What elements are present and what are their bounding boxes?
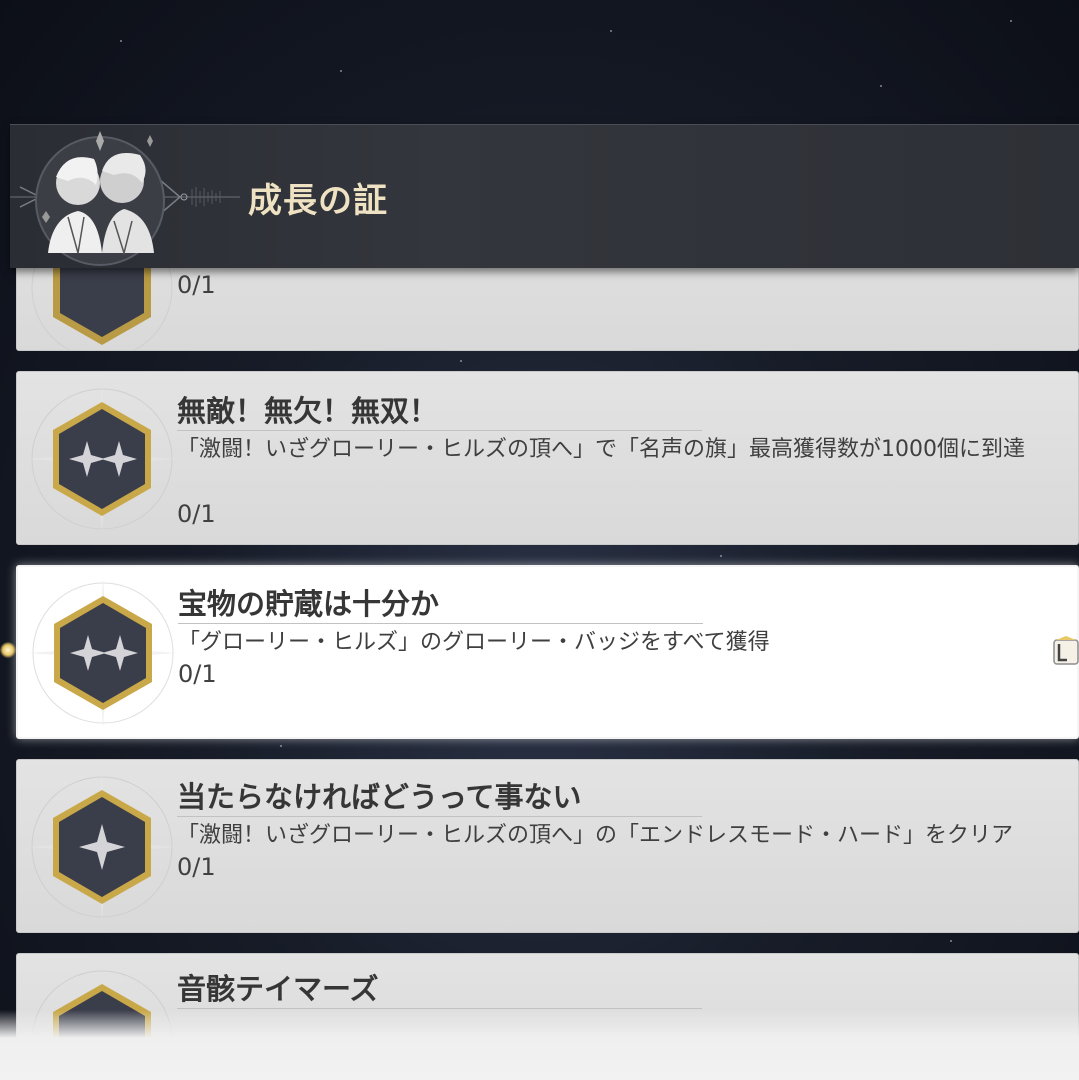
achievement-title: 当たらなければどうって事ない xyxy=(177,780,582,814)
achievement-progress: 0/1 xyxy=(177,853,216,881)
selection-glow xyxy=(0,642,16,658)
achievement-card[interactable]: 無敵！無欠！無双！ 「激闘！いざグローリー・ヒルズの頂へ」で「名声の旗」最高獲得… xyxy=(16,371,1079,545)
hexagon-single-sparkle-badge-icon xyxy=(27,772,177,922)
achievement-title: 音骸テイマーズ xyxy=(177,972,379,1006)
achievement-card-selected[interactable]: 宝物の貯蔵は十分か 「グローリー・ヒルズ」のグローリー・バッジをすべて獲得 0/… xyxy=(16,565,1079,739)
scroll-fade-overlay xyxy=(0,1010,1079,1080)
achievement-title: 無敵！無欠！無双！ xyxy=(177,394,439,428)
achievement-description: 「激闘！いざグローリー・ヒルズの頂へ」の「エンドレスモード・ハード」をクリア xyxy=(177,823,1014,848)
achievement-progress: 0/1 xyxy=(178,660,217,688)
title-divider xyxy=(177,1008,702,1009)
page-title: 成長の証 xyxy=(248,181,388,221)
title-divider xyxy=(177,816,702,817)
achievement-description: 「グローリー・ヒルズ」のグローリー・バッジをすべて獲得 xyxy=(178,630,770,655)
title-divider xyxy=(178,623,703,624)
locked-tag-icon xyxy=(1053,636,1079,665)
section-header: 成長の証 xyxy=(10,124,1079,268)
twin-characters-emblem-icon xyxy=(10,131,240,266)
achievement-card[interactable]: 当たらなければどうって事ない 「激闘！いざグローリー・ヒルズの頂へ」の「エンドレ… xyxy=(16,759,1079,933)
hexagon-double-sparkle-badge-icon xyxy=(27,384,177,534)
achievement-description: 「激闘！いざグローリー・ヒルズの頂へ」で「名声の旗」最高獲得数が1000個に到達 xyxy=(177,437,1025,462)
title-divider xyxy=(177,430,702,431)
achievement-progress: 0/1 xyxy=(177,500,216,528)
achievement-title: 宝物の貯蔵は十分か xyxy=(178,587,440,621)
hexagon-double-sparkle-badge-icon xyxy=(28,578,178,728)
achievement-progress: 0/1 xyxy=(177,271,216,299)
